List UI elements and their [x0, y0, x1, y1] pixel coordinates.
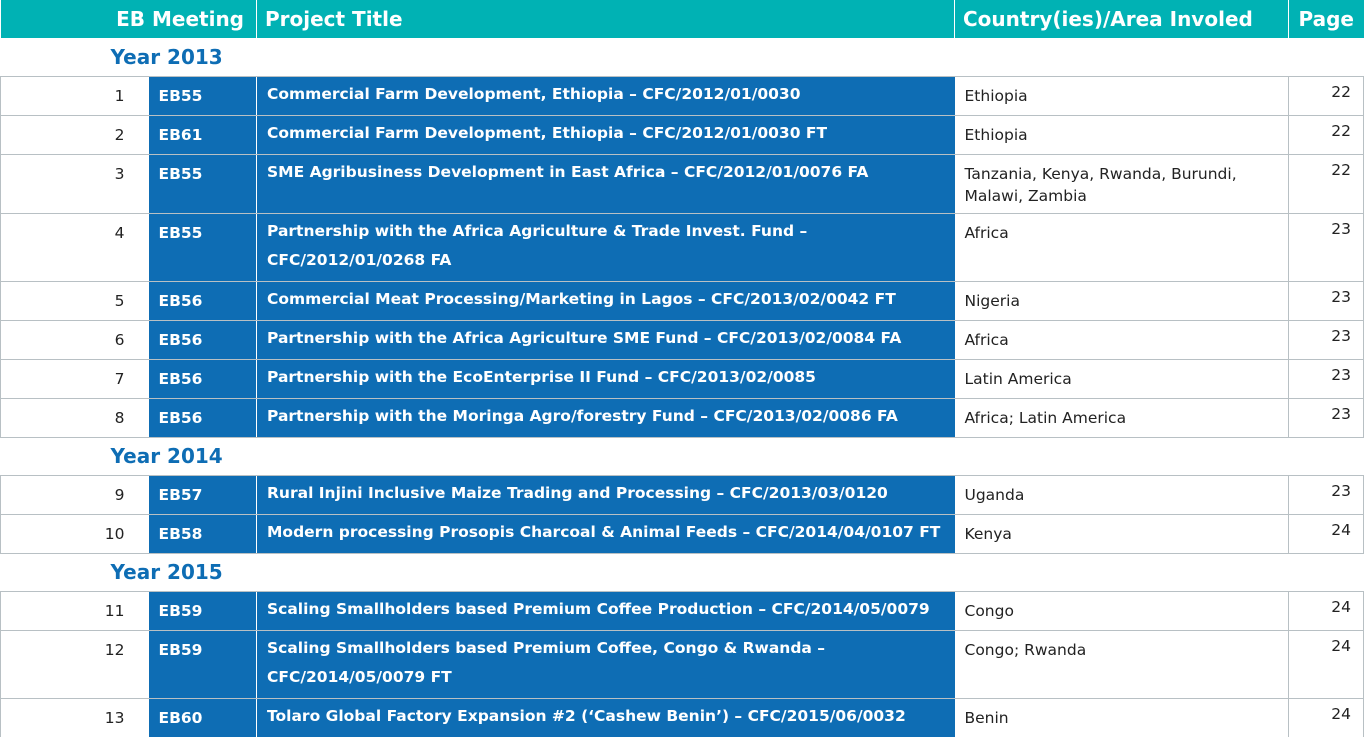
country-cell: Uganda	[954, 475, 1289, 515]
row-number: 9	[0, 475, 149, 515]
country-cell: Africa	[954, 213, 1289, 282]
project-title-cell: Partnership with the Africa Agriculture …	[256, 213, 955, 282]
page-cell: 23	[1288, 320, 1364, 360]
row-number: 7	[0, 359, 149, 399]
row-number: 4	[0, 213, 149, 282]
header-country: Country(ies)/Area Involed	[954, 0, 1289, 38]
country-cell: Ethiopia	[954, 115, 1289, 155]
table-row: 11 EB59 Scaling Smallholders based Premium…	[0, 591, 1364, 631]
table-row: 9 EB57 Rural Injini Inclusive Maize Tradin…	[0, 475, 1364, 515]
page-cell: 24	[1288, 514, 1364, 554]
project-title-cell: Commercial Meat Processing/Marketing in …	[256, 281, 955, 321]
page-cell: 24	[1288, 698, 1364, 737]
year-row: Year 2015	[0, 553, 1364, 592]
project-title-cell: Commercial Farm Development, Ethiopia – …	[256, 115, 955, 155]
table-row: 7 EB56 Partnership with the EcoEnterprise …	[0, 359, 1364, 399]
eb-meeting-cell: EB56	[148, 359, 257, 399]
table-header: EB Meeting Project Title Country(ies)/Ar…	[0, 0, 1364, 38]
country-cell: Nigeria	[954, 281, 1289, 321]
project-title-cell: Scaling Smallholders based Premium Coffe…	[256, 630, 955, 699]
header-eb-meeting: EB Meeting	[0, 0, 257, 38]
eb-meeting-cell: EB56	[148, 281, 257, 321]
table-row: 1 EB55 Commercial Farm Development, Ethiop…	[0, 76, 1364, 116]
country-cell: Africa	[954, 320, 1289, 360]
year-heading: Year 2015	[0, 553, 1364, 592]
eb-meeting-cell: EB59	[148, 630, 257, 699]
table-row: 8 EB56 Partnership with the Moringa Agro/f…	[0, 398, 1364, 438]
table-row: 5 EB56 Commercial Meat Processing/Marketin…	[0, 281, 1364, 321]
country-cell: Congo; Rwanda	[954, 630, 1289, 699]
table-row: 6 EB56 Partnership with the Africa Agricul…	[0, 320, 1364, 360]
eb-meeting-cell: EB56	[148, 398, 257, 438]
project-title-cell: Scaling Smallholders based Premium Coffe…	[256, 591, 955, 631]
eb-meeting-cell: EB57	[148, 475, 257, 515]
row-number: 10	[0, 514, 149, 554]
page-cell: 22	[1288, 115, 1364, 155]
year-heading: Year 2013	[0, 38, 1364, 77]
eb-meeting-cell: EB55	[148, 76, 257, 116]
eb-meeting-cell: EB55	[148, 213, 257, 282]
row-number: 1	[0, 76, 149, 116]
eb-meeting-cell: EB56	[148, 320, 257, 360]
project-title-cell: Rural Injini Inclusive Maize Trading and…	[256, 475, 955, 515]
page-cell: 23	[1288, 398, 1364, 438]
row-number: 3	[0, 154, 149, 214]
row-number: 13	[0, 698, 149, 737]
project-title-cell: Tolaro Global Factory Expansion #2 (‘Cas…	[256, 698, 955, 737]
page-cell: 22	[1288, 76, 1364, 116]
country-cell: Africa; Latin America	[954, 398, 1289, 438]
project-title-cell: SME Agribusiness Development in East Afr…	[256, 154, 955, 214]
table-row: 4 EB55 Partnership with the Africa Agricul…	[0, 213, 1364, 282]
row-number: 5	[0, 281, 149, 321]
page-cell: 23	[1288, 213, 1364, 282]
eb-meeting-cell: EB60	[148, 698, 257, 737]
project-title-cell: Partnership with the EcoEnterprise II Fu…	[256, 359, 955, 399]
project-title-cell: Partnership with the Africa Agriculture …	[256, 320, 955, 360]
project-title-cell: Modern processing Prosopis Charcoal & An…	[256, 514, 955, 554]
header-project-title: Project Title	[256, 0, 955, 38]
eb-meeting-cell: EB59	[148, 591, 257, 631]
page-cell: 24	[1288, 591, 1364, 631]
table-row: 13 EB60 Tolaro Global Factory Expansion #2…	[0, 698, 1364, 737]
table-row: 2 EB61 Commercial Farm Development, Ethiop…	[0, 115, 1364, 155]
page-cell: 23	[1288, 359, 1364, 399]
country-cell: Latin America	[954, 359, 1289, 399]
row-number: 11	[0, 591, 149, 631]
row-number: 6	[0, 320, 149, 360]
country-cell: Tanzania, Kenya, Rwanda, Burundi, Malawi…	[954, 154, 1289, 214]
page-cell: 22	[1288, 154, 1364, 214]
table-row: 3 EB55 SME Agribusiness Development in Eas…	[0, 154, 1364, 214]
table-body: Year 2013 1 EB55 Commercial Farm Developmen…	[0, 38, 1364, 737]
projects-table-container: EB Meeting Project Title Country(ies)/Ar…	[0, 0, 1365, 737]
year-heading: Year 2014	[0, 437, 1364, 476]
projects-table: EB Meeting Project Title Country(ies)/Ar…	[0, 0, 1364, 737]
page-cell: 23	[1288, 281, 1364, 321]
page-cell: 24	[1288, 630, 1364, 699]
row-number: 12	[0, 630, 149, 699]
country-cell: Congo	[954, 591, 1289, 631]
country-cell: Kenya	[954, 514, 1289, 554]
eb-meeting-cell: EB58	[148, 514, 257, 554]
project-title-cell: Partnership with the Moringa Agro/forest…	[256, 398, 955, 438]
table-row: 12 EB59 Scaling Smallholders based Premium…	[0, 630, 1364, 699]
year-row: Year 2013	[0, 38, 1364, 77]
country-cell: Ethiopia	[954, 76, 1289, 116]
eb-meeting-cell: EB61	[148, 115, 257, 155]
row-number: 2	[0, 115, 149, 155]
row-number: 8	[0, 398, 149, 438]
header-page: Page	[1288, 0, 1364, 38]
table-row: 10 EB58 Modern processing Prosopis Charcoa…	[0, 514, 1364, 554]
eb-meeting-cell: EB55	[148, 154, 257, 214]
page-cell: 23	[1288, 475, 1364, 515]
country-cell: Benin	[954, 698, 1289, 737]
year-row: Year 2014	[0, 437, 1364, 476]
project-title-cell: Commercial Farm Development, Ethiopia – …	[256, 76, 955, 116]
